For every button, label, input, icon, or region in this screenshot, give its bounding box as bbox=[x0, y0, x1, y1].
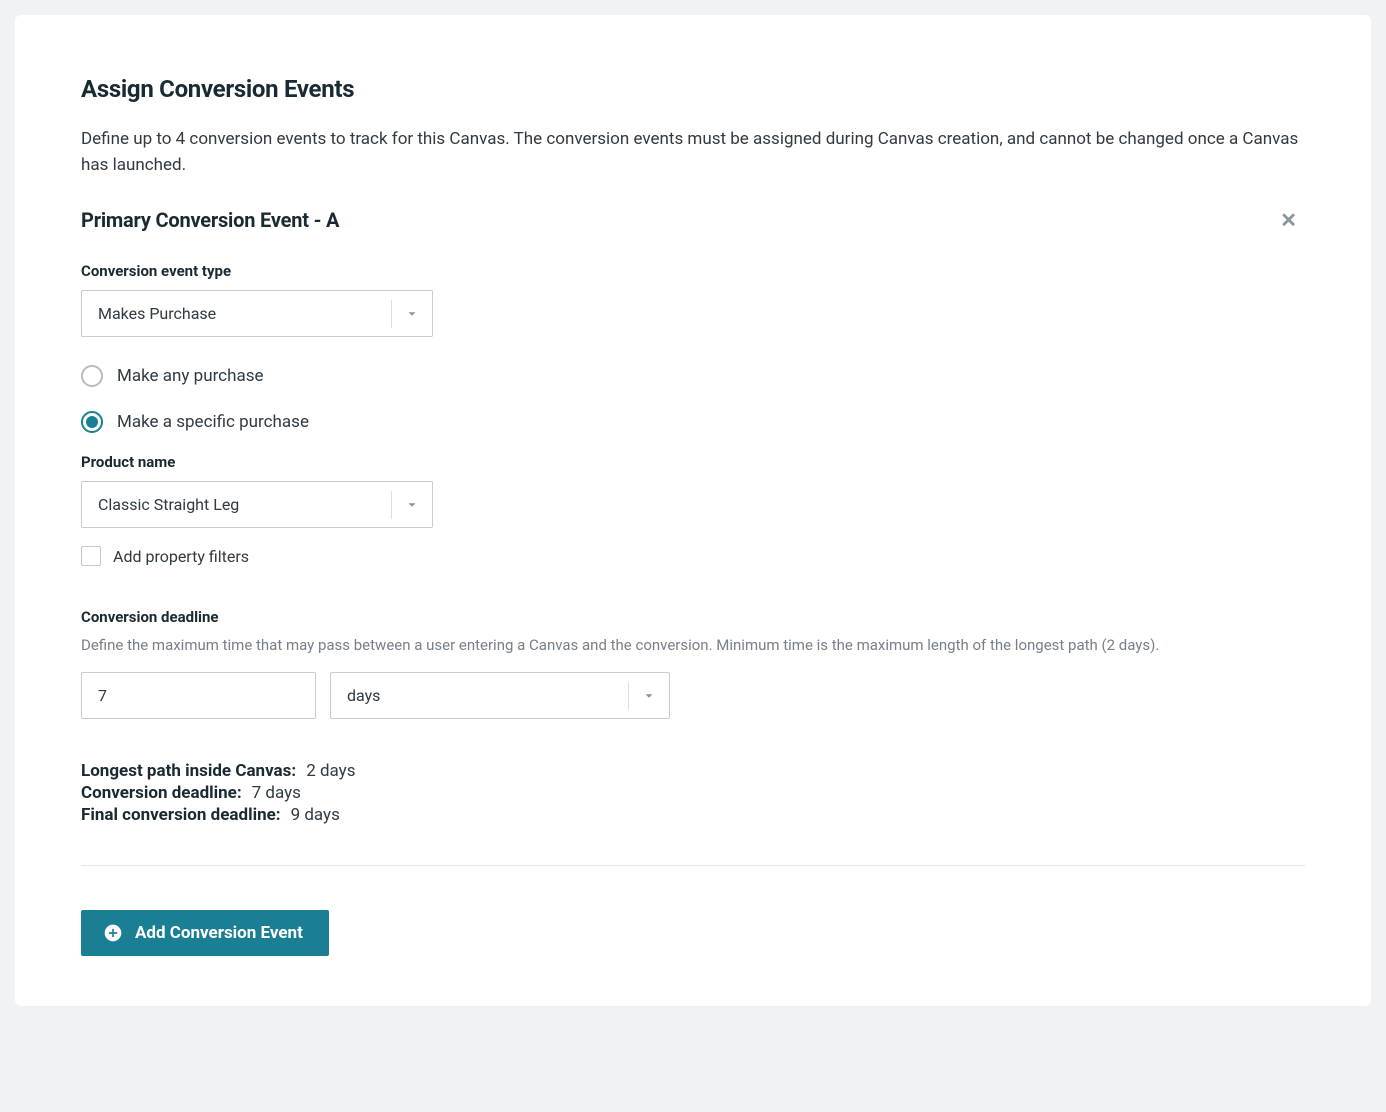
summary-deadline-value: 7 days bbox=[252, 783, 301, 803]
chevron-down-icon bbox=[392, 307, 432, 321]
close-icon[interactable]: ✕ bbox=[1272, 206, 1305, 234]
radio-specific-label: Make a specific purchase bbox=[117, 412, 309, 432]
deadline-unit-select[interactable]: days bbox=[330, 672, 670, 719]
product-select[interactable]: Classic Straight Leg bbox=[81, 481, 433, 528]
summary-section: Longest path inside Canvas: 2 days Conve… bbox=[81, 761, 1305, 825]
radio-specific-purchase[interactable]: Make a specific purchase bbox=[81, 411, 1305, 433]
summary-final-value: 9 days bbox=[291, 805, 340, 825]
event-type-select[interactable]: Makes Purchase bbox=[81, 290, 433, 337]
add-filters-checkbox[interactable]: Add property filters bbox=[81, 546, 1305, 566]
page-description: Define up to 4 conversion events to trac… bbox=[81, 127, 1305, 178]
chevron-down-icon bbox=[629, 689, 669, 703]
product-value: Classic Straight Leg bbox=[82, 495, 391, 514]
summary-final-deadline: Final conversion deadline: 9 days bbox=[81, 805, 1305, 825]
deadline-unit-value: days bbox=[331, 686, 628, 705]
deadline-value-input[interactable] bbox=[81, 672, 316, 719]
chevron-down-icon bbox=[392, 498, 432, 512]
radio-any-label: Make any purchase bbox=[117, 366, 263, 386]
summary-final-label: Final conversion deadline: bbox=[81, 805, 281, 825]
deadline-inputs: days bbox=[81, 672, 1305, 719]
radio-icon bbox=[81, 365, 103, 387]
summary-deadline-label: Conversion deadline: bbox=[81, 783, 242, 803]
event-header: Primary Conversion Event - A ✕ bbox=[81, 206, 1305, 234]
divider bbox=[81, 865, 1305, 866]
radio-inner-dot bbox=[86, 416, 98, 428]
product-label: Product name bbox=[81, 453, 1305, 471]
summary-longest-label: Longest path inside Canvas: bbox=[81, 761, 296, 781]
event-title: Primary Conversion Event - A bbox=[81, 208, 339, 232]
deadline-label: Conversion deadline bbox=[81, 608, 1305, 626]
plus-circle-icon bbox=[103, 923, 123, 943]
summary-longest-value: 2 days bbox=[306, 761, 355, 781]
radio-any-purchase[interactable]: Make any purchase bbox=[81, 365, 1305, 387]
deadline-section: Conversion deadline Define the maximum t… bbox=[81, 608, 1305, 719]
event-type-value: Makes Purchase bbox=[82, 304, 391, 323]
event-type-label: Conversion event type bbox=[81, 262, 1305, 280]
event-type-group: Conversion event type Makes Purchase bbox=[81, 262, 1305, 337]
add-button-label: Add Conversion Event bbox=[135, 923, 303, 943]
product-section: Product name Classic Straight Leg Add pr… bbox=[81, 453, 1305, 566]
radio-icon-selected bbox=[81, 411, 103, 433]
summary-longest-path: Longest path inside Canvas: 2 days bbox=[81, 761, 1305, 781]
checkbox-icon bbox=[81, 546, 101, 566]
add-conversion-event-button[interactable]: Add Conversion Event bbox=[81, 910, 329, 956]
filters-label: Add property filters bbox=[113, 547, 249, 566]
summary-conversion-deadline: Conversion deadline: 7 days bbox=[81, 783, 1305, 803]
deadline-help: Define the maximum time that may pass be… bbox=[81, 636, 1305, 654]
conversion-events-card: Assign Conversion Events Define up to 4 … bbox=[15, 15, 1371, 1006]
page-title: Assign Conversion Events bbox=[81, 75, 1305, 103]
